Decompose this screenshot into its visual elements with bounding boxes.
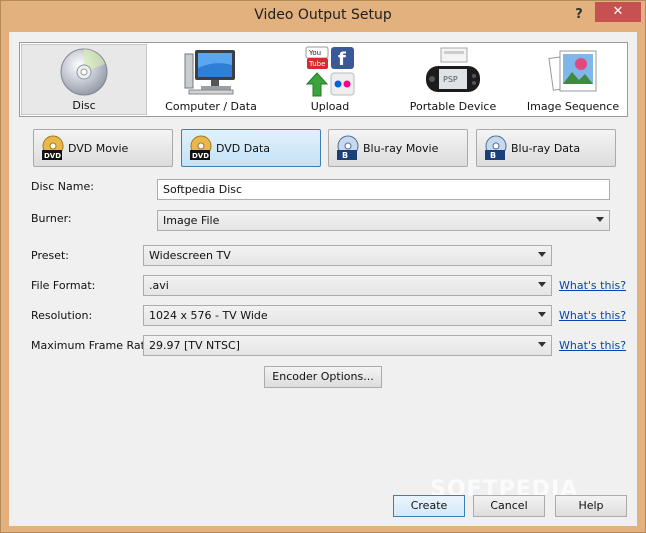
chevron-down-icon [538, 252, 546, 257]
file-format-label: File Format: [31, 279, 96, 292]
resolution-whats-this-link[interactable]: What's this? [559, 309, 626, 322]
svg-text:f: f [338, 49, 346, 70]
frame-rate-select[interactable]: 29.97 [TV NTSC] [143, 335, 552, 356]
category-label: Computer / Data [165, 100, 257, 113]
format-label: Blu-ray Data [511, 142, 581, 155]
category-label: Upload [310, 100, 350, 113]
category-label: Disc [72, 99, 96, 112]
bluray-icon: B [485, 135, 507, 160]
category-upload[interactable]: You Tube f Upload [272, 44, 388, 115]
frame-rate-whats-this-link[interactable]: What's this? [559, 339, 626, 352]
svg-text:B: B [342, 151, 348, 160]
cancel-button[interactable]: Cancel [473, 495, 545, 517]
svg-text:B: B [490, 151, 496, 160]
resolution-select[interactable]: 1024 x 576 - TV Wide [143, 305, 552, 326]
category-disc[interactable]: Disc [21, 44, 147, 115]
chevron-down-icon [538, 342, 546, 347]
title-bar[interactable]: Video Output Setup ? ✕ [1, 1, 645, 33]
preset-label: Preset: [31, 249, 70, 262]
category-label: Image Sequence [526, 100, 620, 113]
preset-value: Widescreen TV [149, 249, 231, 262]
dvd-icon: DVD [42, 135, 64, 160]
svg-text:PSP: PSP [443, 75, 458, 84]
format-label: DVD Movie [68, 142, 129, 155]
video-output-setup-window: Video Output Setup ? ✕ Disc Computer / D… [0, 0, 646, 533]
dvd-movie-button[interactable]: DVD DVD Movie [33, 129, 173, 167]
burner-label: Burner: [31, 212, 72, 225]
format-label: DVD Data [216, 142, 271, 155]
category-toolbar: Disc Computer / Data You Tube f Upload P… [19, 42, 628, 117]
help-title-button[interactable]: ? [568, 5, 590, 25]
chevron-down-icon [538, 312, 546, 317]
file-format-select[interactable]: .avi [143, 275, 552, 296]
category-label: Portable Device [409, 100, 497, 113]
create-button[interactable]: Create [393, 495, 465, 517]
frame-rate-value: 29.97 [TV NTSC] [149, 339, 240, 352]
resolution-value: 1024 x 576 - TV Wide [149, 309, 268, 322]
upload-icon: You Tube f [305, 46, 355, 97]
dvd-data-button[interactable]: DVD DVD Data [181, 129, 321, 167]
dvd-icon: DVD [190, 135, 212, 160]
image-sequence-icon [548, 50, 597, 92]
file-format-whats-this-link[interactable]: What's this? [559, 279, 626, 292]
file-format-value: .avi [149, 279, 169, 292]
svg-text:Tube: Tube [308, 60, 325, 68]
category-image-sequence[interactable]: Image Sequence [518, 44, 628, 115]
preset-select[interactable]: Widescreen TV [143, 245, 552, 266]
encoder-options-button[interactable]: Encoder Options... [264, 366, 382, 388]
category-computer-data[interactable]: Computer / Data [150, 44, 272, 115]
svg-text:You: You [308, 49, 321, 57]
help-button[interactable]: Help [555, 495, 627, 517]
chevron-down-icon [596, 217, 604, 222]
svg-text:DVD: DVD [44, 152, 61, 160]
bluray-data-button[interactable]: B Blu-ray Data [476, 129, 616, 167]
chevron-down-icon [538, 282, 546, 287]
bluray-icon: B [337, 135, 359, 160]
frame-rate-label: Maximum Frame Rate: [31, 339, 156, 352]
format-label: Blu-ray Movie [363, 142, 439, 155]
disc-icon [60, 48, 108, 96]
portable-device-icon: PSP [426, 47, 480, 92]
disc-name-input[interactable] [157, 179, 610, 200]
category-portable-device[interactable]: PSP Portable Device [395, 44, 511, 115]
close-button[interactable]: ✕ [595, 2, 641, 22]
window-title: Video Output Setup [254, 7, 392, 23]
computer-icon [184, 50, 235, 95]
disc-name-label: Disc Name: [31, 180, 94, 193]
bluray-movie-button[interactable]: B Blu-ray Movie [328, 129, 468, 167]
resolution-label: Resolution: [31, 309, 93, 322]
burner-value: Image File [163, 214, 220, 227]
dialog-body: Disc Computer / Data You Tube f Upload P… [9, 32, 637, 526]
svg-text:DVD: DVD [192, 152, 209, 160]
burner-select[interactable]: Image File [157, 210, 610, 231]
